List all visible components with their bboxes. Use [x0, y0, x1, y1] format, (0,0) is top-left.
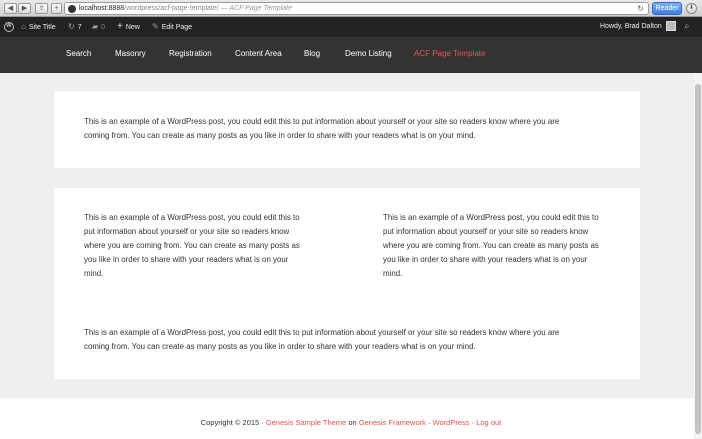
wordpress-link[interactable]: WordPress	[433, 418, 470, 427]
site-title-link[interactable]: ⌂ Site Title	[21, 17, 56, 37]
back-button[interactable]: ◀	[4, 3, 17, 14]
new-label: New	[125, 24, 140, 31]
share-icon: ⇪	[38, 5, 45, 12]
log-out-link[interactable]: Log out	[476, 418, 501, 427]
download-icon[interactable]: ⬇	[686, 3, 697, 14]
genesis-framework-link[interactable]: Genesis Framework	[359, 418, 426, 427]
pencil-icon: ✎	[152, 22, 159, 31]
genesis-sample-theme-link[interactable]: Genesis Sample Theme	[266, 418, 346, 427]
site-footer: Copyright © 2015 · Genesis Sample Theme …	[0, 398, 702, 439]
nav-item-masonry[interactable]: Masonry	[115, 37, 146, 71]
forward-icon: ▶	[21, 5, 28, 12]
reload-icon[interactable]: ↻	[637, 3, 644, 14]
nav-item-registration[interactable]: Registration	[169, 37, 212, 71]
wp-admin-bar: W ⌂ Site Title ↻ 7 ▰ 0 + New ✎ Edit Page Howd…	[0, 17, 702, 37]
edit-page-link[interactable]: ✎ Edit Page	[152, 17, 192, 37]
home-icon: ⌂	[21, 22, 26, 31]
comments-link[interactable]: ▰ 0	[92, 17, 105, 37]
back-icon: ◀	[7, 5, 14, 12]
paragraph-column-right: This is an example of a WordPress post, …	[383, 213, 599, 278]
updates-count: 7	[77, 24, 82, 31]
url-path: /wordpress/acf-page-template/	[124, 5, 219, 12]
updates-icon: ↻	[68, 22, 75, 31]
footer-on-text: on	[348, 418, 357, 427]
reader-button[interactable]: Reader	[652, 2, 682, 15]
share-button[interactable]: ⇪	[35, 3, 48, 14]
new-content-link[interactable]: + New	[117, 17, 140, 37]
nav-item-content-area[interactable]: Content Area	[235, 37, 282, 71]
nav-item-search[interactable]: Search	[66, 37, 91, 71]
copyright-text: Copyright © 2015 ·	[200, 418, 264, 427]
comments-count: 0	[101, 24, 106, 31]
content-box-main: This is an example of a WordPress post, …	[54, 188, 640, 379]
admin-search-icon[interactable]: ⌕	[684, 17, 690, 37]
plus-icon: +	[117, 21, 123, 32]
forward-button[interactable]: ▶	[18, 3, 31, 14]
site-icon	[68, 5, 76, 13]
address-bar[interactable]: localhost:8888/wordpress/acf-page-templa…	[64, 2, 649, 15]
scrollbar-thumb[interactable]	[695, 84, 701, 434]
primary-navigation: Search Masonry Registration Content Area…	[0, 37, 702, 73]
url-host: localhost:8888	[79, 5, 125, 12]
wordpress-logo-icon[interactable]: W	[4, 22, 14, 32]
footer-credits: Copyright © 2015 · Genesis Sample Theme …	[0, 418, 702, 427]
edit-page-label: Edit Page	[161, 24, 193, 31]
plus-icon: +	[54, 5, 59, 12]
howdy-label: Howdy, Brad Dalton	[600, 23, 662, 30]
paragraph-top: This is an example of a WordPress post, …	[84, 117, 560, 140]
updates-link[interactable]: ↻ 7	[68, 17, 82, 37]
nav-item-blog[interactable]: Blog	[304, 37, 320, 71]
paragraph-bottom: This is an example of a WordPress post, …	[84, 328, 560, 351]
add-bookmark-button[interactable]: +	[51, 3, 62, 14]
page-tab-title: — ACF Page Template	[220, 5, 292, 12]
browser-toolbar: ◀ ▶ ⇪ + localhost:8888/wordpress/acf-pag…	[0, 0, 702, 17]
paragraph-column-left: This is an example of a WordPress post, …	[84, 213, 300, 278]
nav-item-acf-page-template[interactable]: ACF Page Template	[414, 37, 485, 71]
avatar	[665, 21, 676, 32]
comment-icon: ▰	[92, 22, 99, 31]
site-title-label: Site Title	[28, 24, 56, 31]
content-box-top: This is an example of a WordPress post, …	[54, 91, 640, 168]
footer-separator: ·	[427, 418, 431, 427]
user-account-menu[interactable]: Howdy, Brad Dalton	[600, 17, 676, 37]
footer-separator: ·	[471, 418, 475, 427]
nav-item-demo-listing[interactable]: Demo Listing	[345, 37, 392, 71]
